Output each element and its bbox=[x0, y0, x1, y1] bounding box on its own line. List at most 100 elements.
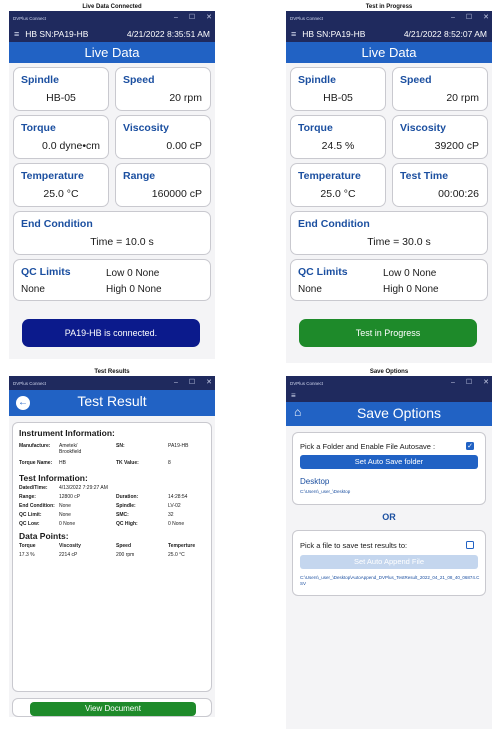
torque-card: Torque 0.0 dyne•cm bbox=[13, 115, 109, 159]
temperature-value: 25.0 °C bbox=[320, 188, 356, 200]
manufacture-label: Manufacture: bbox=[19, 443, 51, 449]
qc-high: High 0 None bbox=[383, 284, 439, 295]
live-data-body: Spindle HB-05 Speed 20 rpm Torque 24.5 %… bbox=[286, 63, 492, 363]
tk-value-label: TK Value: bbox=[116, 460, 139, 466]
maximize-icon[interactable]: ☐ bbox=[189, 11, 195, 25]
viscosity-label: Viscosity bbox=[400, 122, 446, 134]
data-points-header: Viscosity bbox=[59, 543, 81, 549]
window-titlebar: DVPlus Connect – ☐ ✕ bbox=[9, 11, 215, 25]
tk-value: 8 bbox=[168, 460, 171, 466]
window-titlebar: DVPlus Connect – ☐ ✕ bbox=[9, 376, 215, 390]
test-time-value: 00:00:26 bbox=[438, 188, 479, 200]
torque-value: 0.0 dyne•cm bbox=[42, 140, 100, 152]
app-name: DVPlus Connect bbox=[290, 380, 324, 386]
end-condition-card: End Condition Time = 10.0 s bbox=[13, 211, 211, 255]
instrument-heading: Instrument Information: bbox=[19, 428, 115, 438]
test-info-value: LV-02 bbox=[168, 503, 181, 509]
page-title: Test Result bbox=[77, 393, 147, 409]
data-points-heading: Data Points: bbox=[19, 531, 69, 541]
temperature-card: Temperature 25.0 °C bbox=[290, 163, 386, 207]
status-datetime: 4/21/2022 8:35:51 AM bbox=[126, 28, 210, 39]
data-points-header: Temperture bbox=[168, 543, 196, 549]
view-document-button[interactable]: View Document bbox=[30, 702, 196, 716]
qc-high: High 0 None bbox=[106, 284, 162, 295]
folder-name: Desktop bbox=[300, 477, 330, 486]
test-time-card: Test Time 00:00:26 bbox=[392, 163, 488, 207]
end-condition-card: End Condition Time = 30.0 s bbox=[290, 211, 488, 255]
maximize-icon[interactable]: ☐ bbox=[189, 376, 195, 390]
set-auto-append-file-button[interactable]: Set Auto Append File bbox=[300, 555, 478, 569]
test-info-key: Range: bbox=[19, 494, 36, 500]
menu-icon[interactable]: ≡ bbox=[14, 29, 19, 39]
viscosity-card: Viscosity 39200 cP bbox=[392, 115, 488, 159]
autosave-card: Pick a Folder and Enable File Autosave :… bbox=[292, 432, 486, 505]
panel-caption: Save Options bbox=[369, 369, 409, 375]
append-file-label: Pick a file to save test results to: bbox=[300, 541, 408, 550]
data-points-cell: 2214 cP bbox=[59, 552, 78, 558]
close-icon[interactable]: ✕ bbox=[483, 376, 489, 390]
panel-test-results: Test Results DVPlus Connect – ☐ ✕ ← Test… bbox=[9, 368, 215, 717]
end-condition-value: Time = 10.0 s bbox=[90, 236, 154, 248]
page-header: ⌂ Save Options bbox=[286, 402, 492, 426]
test-info-key: QC High: bbox=[116, 521, 138, 527]
test-progress-button[interactable]: Test in Progress bbox=[299, 319, 477, 347]
minimize-icon[interactable]: – bbox=[451, 11, 455, 25]
close-icon[interactable]: ✕ bbox=[206, 376, 212, 390]
sn-label: SN: bbox=[116, 443, 125, 449]
app-name: DVPlus Connect bbox=[13, 15, 47, 21]
status-datetime: 4/21/2022 8:52:07 AM bbox=[403, 28, 487, 39]
torque-name-value: HB bbox=[59, 460, 66, 466]
minimize-icon[interactable]: – bbox=[174, 376, 178, 390]
manufacture-value: Ametek/ Brookfield bbox=[59, 443, 82, 455]
test-info-key: Spindle: bbox=[116, 503, 136, 509]
minimize-icon[interactable]: – bbox=[451, 376, 455, 390]
connection-status-button[interactable]: PA19-HB is connected. bbox=[22, 319, 200, 347]
panel-caption: Test Results bbox=[94, 369, 130, 375]
set-auto-save-folder-button[interactable]: Set Auto Save folder bbox=[300, 455, 478, 469]
save-options-body: Pick a Folder and Enable File Autosave :… bbox=[286, 426, 492, 729]
test-info-key: QC Low: bbox=[19, 521, 40, 527]
speed-value: 20 rpm bbox=[169, 92, 202, 104]
test-info-value: None bbox=[59, 503, 71, 509]
panel-save-options: Save Options DVPlus Connect – ☐ ✕ ≡ ⌂ Sa… bbox=[286, 368, 492, 729]
torque-name-label: Torque Name: bbox=[19, 460, 53, 466]
end-condition-label: End Condition bbox=[298, 218, 370, 230]
test-info-value: None bbox=[59, 512, 71, 518]
test-info-heading: Test Information: bbox=[19, 473, 88, 483]
window-titlebar: DVPlus Connect – ☐ ✕ bbox=[286, 376, 492, 390]
close-icon[interactable]: ✕ bbox=[483, 11, 489, 25]
panel-live-data-connected: Live Data Connected DVPlus Connect – ☐ ✕… bbox=[9, 3, 215, 359]
sn-value: PA19-HB bbox=[168, 443, 189, 449]
maximize-icon[interactable]: ☐ bbox=[466, 376, 472, 390]
qc-low: Low 0 None bbox=[383, 268, 437, 279]
append-file-checkbox[interactable] bbox=[466, 541, 474, 549]
speed-label: Speed bbox=[400, 74, 432, 86]
instrument-serial: HB SN:PA19-HB bbox=[25, 28, 89, 39]
result-card: Instrument Information: Manufacture: Ame… bbox=[12, 422, 212, 692]
maximize-icon[interactable]: ☐ bbox=[466, 11, 472, 25]
temperature-label: Temperature bbox=[298, 170, 361, 182]
end-condition-value: Time = 30.0 s bbox=[367, 236, 431, 248]
page-title: Live Data bbox=[286, 42, 492, 63]
test-time-label: Test Time bbox=[400, 170, 449, 182]
test-info-value: 0 None bbox=[168, 521, 185, 527]
data-points-cell: 25.0 °C bbox=[168, 552, 185, 558]
close-icon[interactable]: ✕ bbox=[206, 11, 212, 25]
menu-icon[interactable]: ≡ bbox=[291, 391, 296, 400]
test-info-key: Duration: bbox=[116, 494, 139, 500]
autosave-label: Pick a Folder and Enable File Autosave : bbox=[300, 442, 436, 451]
menu-icon[interactable]: ≡ bbox=[291, 29, 296, 39]
status-bar: ≡ HB SN:PA19-HB 4/21/2022 8:52:07 AM bbox=[286, 25, 492, 42]
view-document-bar: View Document bbox=[12, 698, 212, 717]
folder-path: C:\Users\_user_\Desktop bbox=[300, 489, 351, 494]
test-info-key: QC Limit: bbox=[19, 512, 42, 518]
viscosity-value: 39200 cP bbox=[434, 140, 479, 152]
range-label: Range bbox=[123, 170, 156, 182]
torque-label: Torque bbox=[298, 122, 333, 134]
minimize-icon[interactable]: – bbox=[174, 11, 178, 25]
app-name: DVPlus Connect bbox=[290, 15, 324, 21]
temperature-card: Temperature 25.0 °C bbox=[13, 163, 109, 207]
viscosity-card: Viscosity 0.00 cP bbox=[115, 115, 211, 159]
test-info-key: End Condition: bbox=[19, 503, 55, 509]
autosave-checkbox[interactable]: ✓ bbox=[466, 442, 474, 450]
